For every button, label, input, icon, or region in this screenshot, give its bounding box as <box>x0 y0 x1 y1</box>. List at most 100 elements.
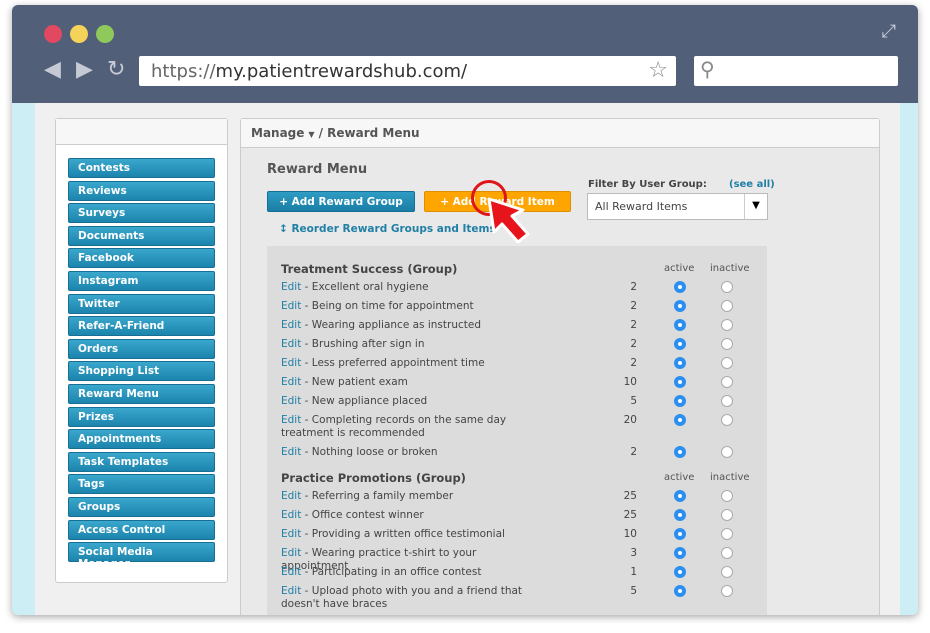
active-radio[interactable] <box>674 300 686 312</box>
sidebar-item-orders[interactable]: Orders <box>68 338 215 359</box>
inactive-radio[interactable] <box>721 446 733 458</box>
maximize-window-button[interactable] <box>96 25 114 43</box>
chevron-down-icon[interactable]: ▼ <box>308 130 314 139</box>
edit-link[interactable]: Edit <box>281 547 301 559</box>
breadcrumb: Manage ▼ / Reward Menu <box>241 119 879 148</box>
active-radio[interactable] <box>674 547 686 559</box>
inactive-radio[interactable] <box>721 281 733 293</box>
edit-link[interactable]: Edit <box>281 446 301 458</box>
edit-link[interactable]: Edit <box>281 528 301 540</box>
bookmark-star-icon[interactable]: ☆ <box>648 58 668 83</box>
sidebar-item-prizes[interactable]: Prizes <box>68 406 215 427</box>
active-radio[interactable] <box>674 585 686 597</box>
sidebar-item-access-control[interactable]: Access Control <box>68 519 215 540</box>
inactive-radio[interactable] <box>721 319 733 331</box>
inactive-radio[interactable] <box>721 376 733 388</box>
sidebar-item-facebook[interactable]: Facebook <box>68 248 215 269</box>
active-radio[interactable] <box>674 357 686 369</box>
active-radio[interactable] <box>674 414 686 426</box>
inactive-radio[interactable] <box>721 414 733 426</box>
edit-link[interactable]: Edit <box>281 281 301 293</box>
item-name: - Excellent oral hygiene <box>301 281 429 293</box>
dropdown-arrow-icon[interactable]: ▼ <box>744 194 767 219</box>
item-name: - Participating in an office contest <box>301 566 482 578</box>
edit-link[interactable]: Edit <box>281 300 301 312</box>
inactive-radio[interactable] <box>721 585 733 597</box>
sidebar-item-appointments[interactable]: Appointments <box>68 429 215 450</box>
forward-icon[interactable]: ▶ <box>76 57 93 82</box>
sidebar-item-social-media-manager[interactable]: Social Media Manager <box>68 542 215 570</box>
filter-value: All Reward Items <box>595 200 688 213</box>
active-radio[interactable] <box>674 319 686 331</box>
inactive-radio[interactable] <box>721 528 733 540</box>
edit-link[interactable]: Edit <box>281 357 301 369</box>
sidebar-item-contests[interactable]: Contests <box>68 158 215 178</box>
item-points: 10 <box>623 376 637 388</box>
inactive-radio[interactable] <box>721 509 733 521</box>
filter-label: Filter By User Group: <box>588 179 707 190</box>
group-heading: Practice Promotions (Group) <box>281 471 466 485</box>
sidebar-item-documents[interactable]: Documents <box>68 225 215 246</box>
edit-link[interactable]: Edit <box>281 414 301 426</box>
inactive-radio[interactable] <box>721 566 733 578</box>
breadcrumb-manage[interactable]: Manage <box>251 126 304 140</box>
edit-link[interactable]: Edit <box>281 319 301 331</box>
inactive-radio[interactable] <box>721 395 733 407</box>
inactive-radio[interactable] <box>721 300 733 312</box>
edit-link[interactable]: Edit <box>281 585 301 597</box>
active-radio[interactable] <box>674 338 686 350</box>
reorder-link[interactable]: ↕ Reorder Reward Groups and Items <box>279 223 496 235</box>
active-radio[interactable] <box>674 395 686 407</box>
item-label: Edit - Excellent oral hygiene <box>281 281 541 294</box>
edit-link[interactable]: Edit <box>281 376 301 388</box>
page-content: Contests Reviews Surveys Documents Facebook I… <box>35 103 900 615</box>
item-label: Edit - New patient exam <box>281 376 541 389</box>
see-all-link[interactable]: (see all) <box>729 179 775 190</box>
sidebar-item-surveys[interactable]: Surveys <box>68 203 215 224</box>
item-points: 2 <box>630 446 637 458</box>
active-radio[interactable] <box>674 528 686 540</box>
edit-link[interactable]: Edit <box>281 338 301 350</box>
item-points: 20 <box>623 414 637 426</box>
active-radio[interactable] <box>674 566 686 578</box>
active-radio[interactable] <box>674 376 686 388</box>
active-radio[interactable] <box>674 281 686 293</box>
minimize-window-button[interactable] <box>70 25 88 43</box>
column-header-active: active <box>664 263 695 274</box>
reload-icon[interactable]: ↻ <box>107 57 125 82</box>
address-bar[interactable]: https://my.patientrewardshub.com/ ☆ <box>139 56 676 86</box>
sidebar-item-task-templates[interactable]: Task Templates <box>68 451 215 472</box>
sidebar-item-reward-menu[interactable]: Reward Menu <box>68 384 215 404</box>
item-name: - Office contest winner <box>301 509 424 521</box>
item-label: Edit - Less preferred appointment time <box>281 357 541 370</box>
item-name: - New patient exam <box>301 376 408 388</box>
url-host: my.patientrewardshub.com/ <box>215 61 468 82</box>
expand-icon[interactable]: ⤢ <box>882 21 896 42</box>
close-window-button[interactable] <box>44 25 62 43</box>
user-group-filter-select[interactable]: All Reward Items ▼ <box>587 193 768 220</box>
inactive-radio[interactable] <box>721 547 733 559</box>
active-radio[interactable] <box>674 446 686 458</box>
item-name: - Brushing after sign in <box>301 338 425 350</box>
add-reward-group-button[interactable]: + Add Reward Group <box>267 191 415 212</box>
sidebar-item-tags[interactable]: Tags <box>68 474 215 495</box>
edit-link[interactable]: Edit <box>281 395 301 407</box>
inactive-radio[interactable] <box>721 490 733 502</box>
sidebar-item-instagram[interactable]: Instagram <box>68 271 215 291</box>
edit-link[interactable]: Edit <box>281 566 301 578</box>
edit-link[interactable]: Edit <box>281 509 301 521</box>
edit-link[interactable]: Edit <box>281 490 301 502</box>
inactive-radio[interactable] <box>721 357 733 369</box>
sidebar-item-reviews[interactable]: Reviews <box>68 180 215 201</box>
sidebar-item-shopping-list[interactable]: Shopping List <box>68 361 215 382</box>
browser-toolbar: ⤢ ◀ ▶ ↻ https://my.patientrewardshub.com… <box>12 5 918 103</box>
sidebar-item-groups[interactable]: Groups <box>68 497 215 517</box>
sidebar-item-refer-a-friend[interactable]: Refer-A-Friend <box>68 316 215 337</box>
browser-search-input[interactable]: ⚲ <box>694 56 898 86</box>
inactive-radio[interactable] <box>721 338 733 350</box>
active-radio[interactable] <box>674 490 686 502</box>
back-icon[interactable]: ◀ <box>44 57 61 82</box>
active-radio[interactable] <box>674 509 686 521</box>
sidebar-item-twitter[interactable]: Twitter <box>68 293 215 314</box>
item-label: Edit - Office contest winner <box>281 509 541 522</box>
